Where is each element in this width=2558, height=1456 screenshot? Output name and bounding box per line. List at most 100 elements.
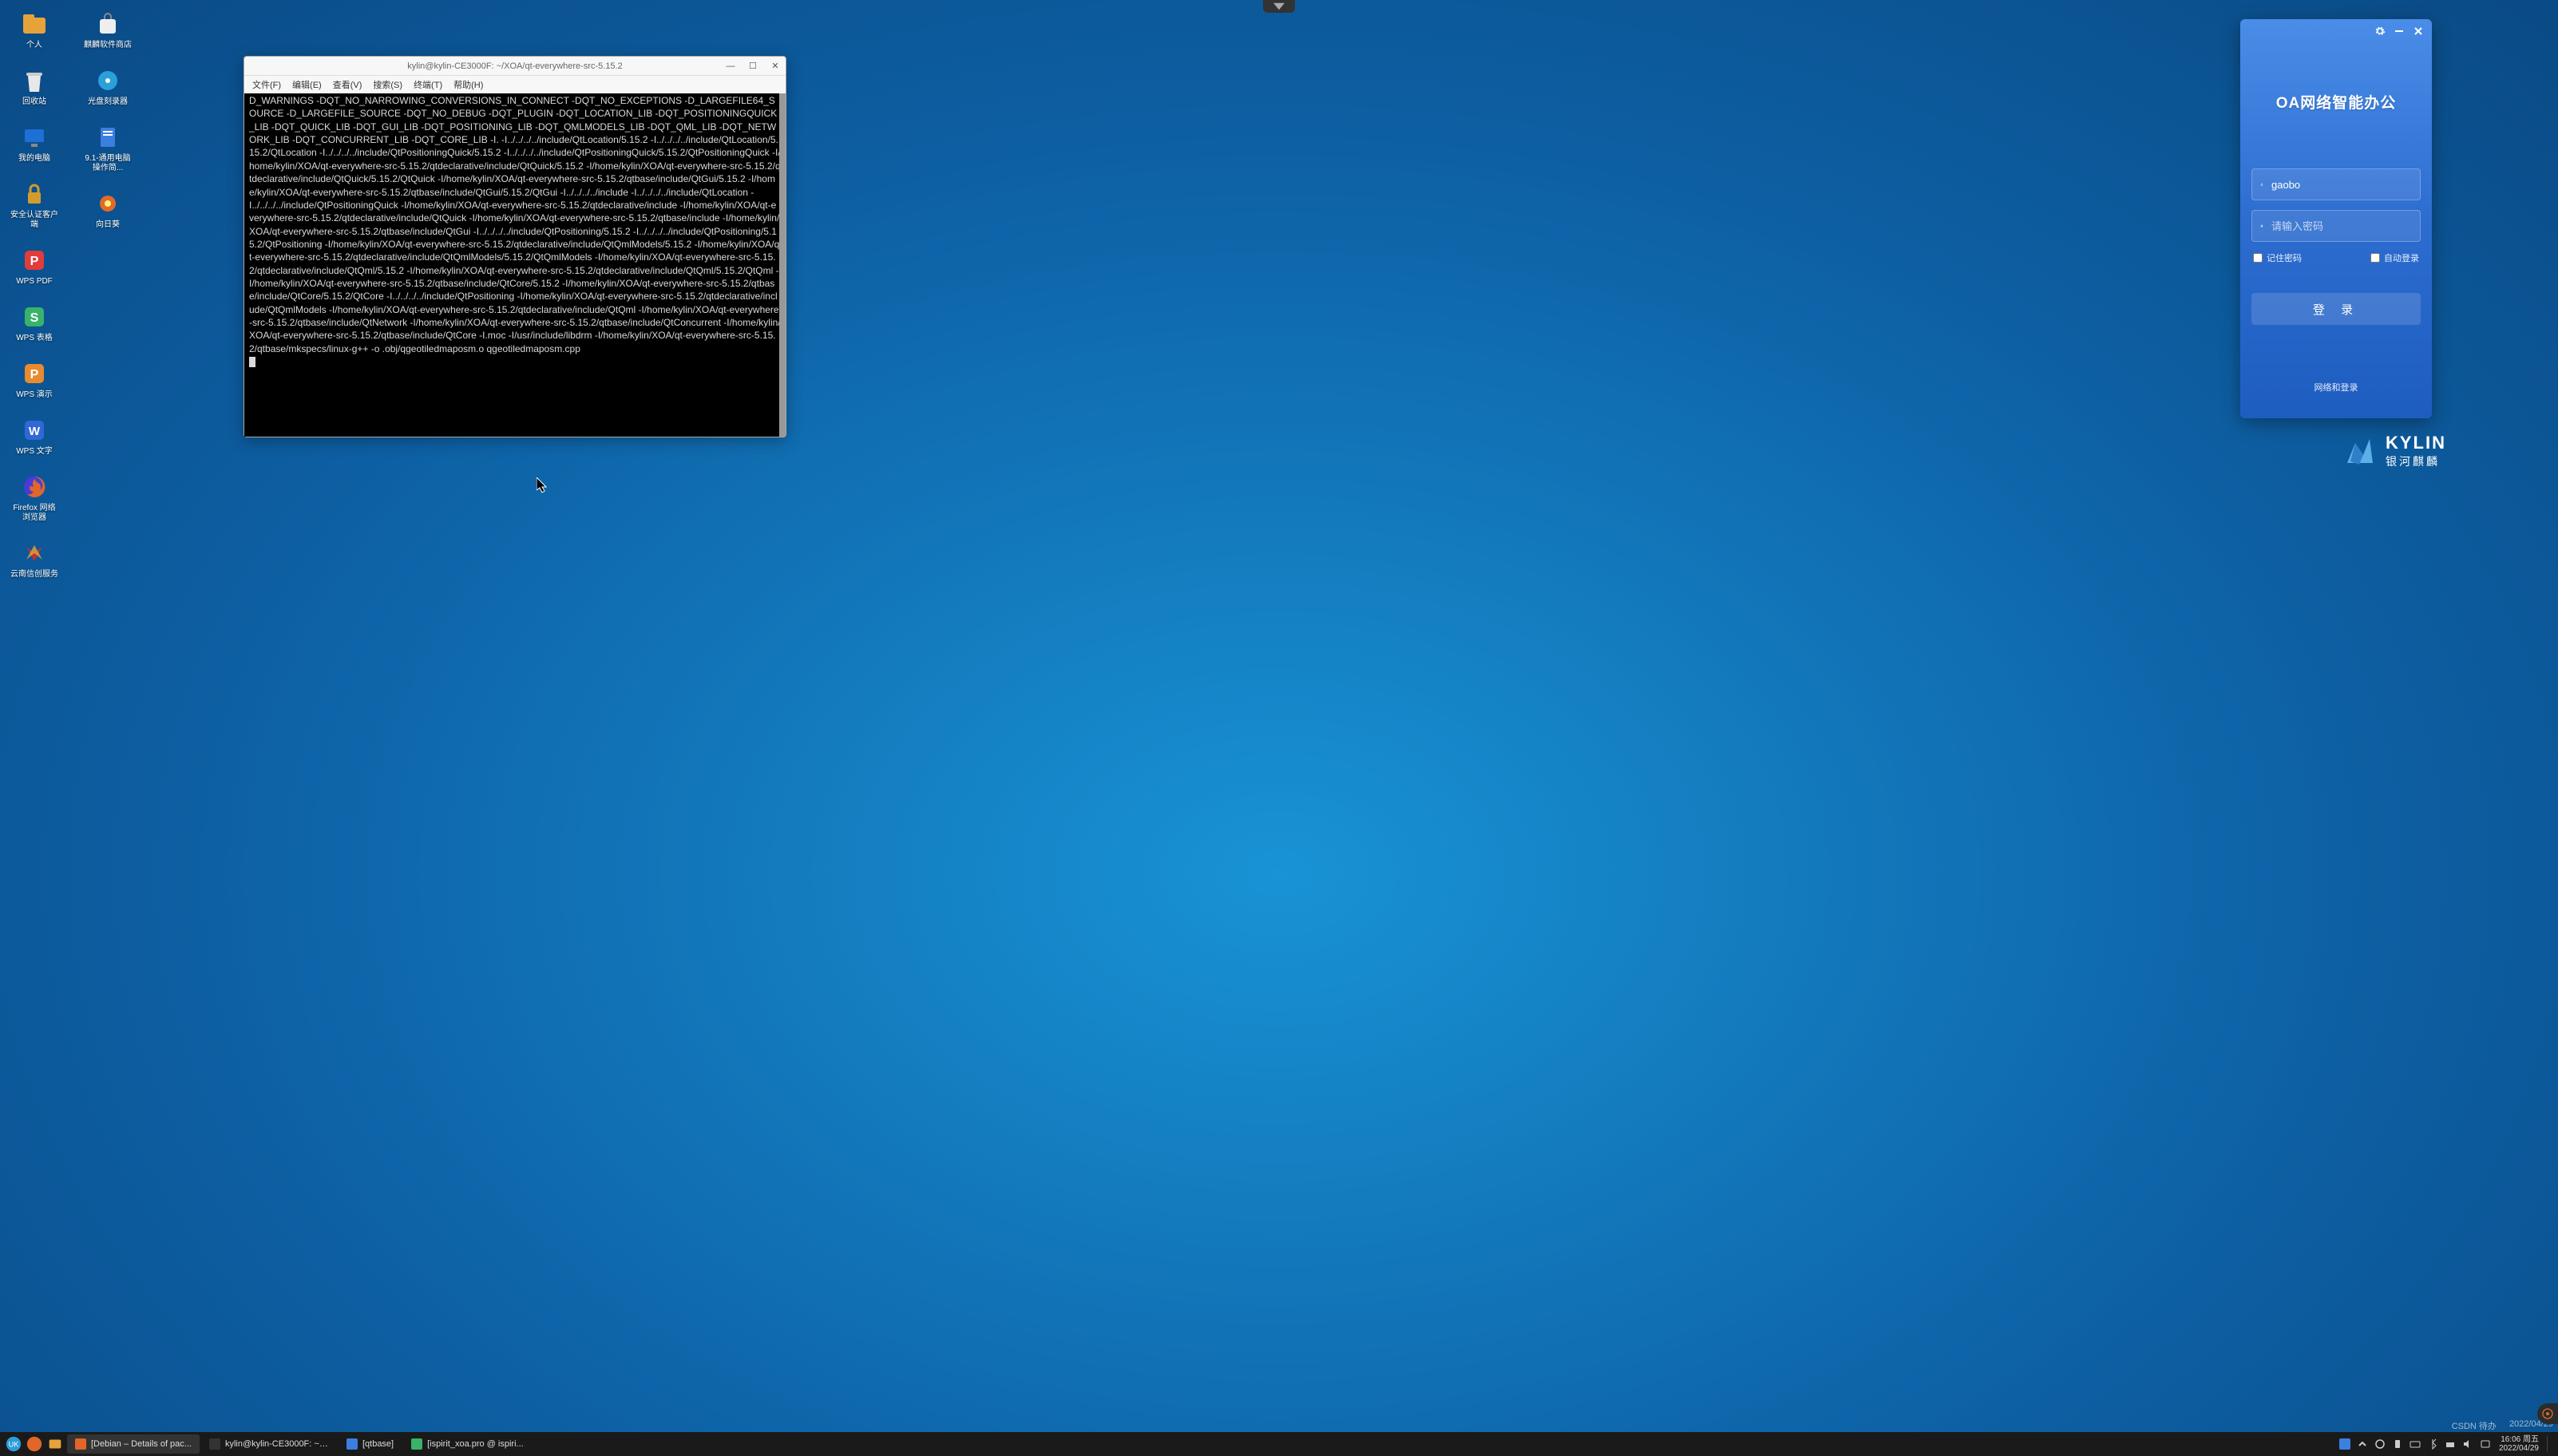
terminal-menubar: 文件(F) 编辑(E) 查看(V) 搜索(S) 终端(T) 帮助(H) — [244, 76, 786, 93]
desktop-icon-我的电脑[interactable]: 我的电脑 — [10, 123, 59, 164]
desktop-icon-9.1-通用电脑操作简...[interactable]: 9.1-通用电脑操作简... — [83, 123, 133, 173]
minimize-button[interactable]: — — [725, 61, 736, 72]
p-icon: P — [20, 359, 49, 388]
terminal-cursor — [249, 357, 255, 367]
desktop-icons: 个人回收站我的电脑安全认证客户端 P WPS PDF S WPS 表格 P WPS 演示 WW… — [10, 10, 133, 580]
task-app-icon — [346, 1438, 358, 1450]
password-input[interactable] — [2271, 220, 2412, 232]
tray-chevron-icon[interactable] — [2357, 1438, 2368, 1450]
desktop-icon-云南信创服务[interactable]: 云南信创服务 — [10, 539, 59, 580]
menu-编辑(E)[interactable]: 编辑(E) — [292, 78, 322, 91]
desktop-icon-label: 光盘刻录器 — [88, 97, 128, 107]
top-panel-handle[interactable] — [1263, 0, 1295, 13]
desktop-icon-label: WPS PDF — [16, 277, 53, 287]
start-button[interactable]: UK — [5, 1435, 22, 1453]
desktop-icon-label: WPS 文字 — [16, 447, 53, 457]
taskbar: UK [Debian – Details of pac... kylin@kyli… — [0, 1432, 2558, 1456]
menu-搜索(S)[interactable]: 搜索(S) — [373, 78, 402, 91]
autologin-checkbox[interactable]: 自动登录 — [2370, 251, 2419, 264]
minimize-icon[interactable] — [2394, 26, 2405, 37]
bag-icon — [93, 10, 122, 38]
remember-checkbox[interactable]: 记住密码 — [2253, 251, 2302, 264]
desktop-icon-麒麟软件商店[interactable]: 麒麟软件商店 — [83, 10, 133, 50]
close-icon[interactable] — [2413, 26, 2424, 37]
p-icon: P — [20, 246, 49, 275]
desktop-icon-label: 回收站 — [22, 97, 46, 107]
x-icon — [20, 539, 49, 568]
trash-icon — [20, 66, 49, 95]
desktop-icon-个人[interactable]: 个人 — [10, 10, 59, 50]
svg-text:UK: UK — [9, 1441, 19, 1449]
tray-disc-icon[interactable] — [2374, 1438, 2386, 1450]
tray-keyboard-icon[interactable] — [2410, 1438, 2421, 1450]
desktop-icon-label: WPS 演示 — [16, 390, 53, 400]
kylin-brand-text: KYLIN — [2386, 433, 2446, 453]
oa-login-window[interactable]: OA网络智能办公 记住密码 自动登录 登 录 网络和登录 — [2240, 19, 2432, 418]
taskbar-task[interactable]: [qtbase] — [339, 1434, 402, 1454]
terminal-output[interactable]: D_WARNINGS -DQT_NO_NARROWING_CONVERSIONS… — [244, 93, 786, 437]
maximize-button[interactable]: ☐ — [747, 61, 758, 72]
menu-帮助(H)[interactable]: 帮助(H) — [453, 78, 483, 91]
disc-icon — [93, 66, 122, 95]
desktop-icon-label: WPS 表格 — [16, 334, 53, 343]
task-label: kylin@kylin-CE3000F: ~/... — [225, 1439, 329, 1449]
desktop-icon-label: 麒麟软件商店 — [84, 41, 132, 50]
terminal-titlebar[interactable]: kylin@kylin-CE3000F: ~/XOA/qt-everywhere… — [244, 57, 786, 76]
firefox-launcher[interactable] — [26, 1435, 43, 1453]
desktop-icon-WPS 表格[interactable]: S WPS 表格 — [10, 303, 59, 343]
monitor-icon — [20, 123, 49, 152]
tray-usb-icon[interactable] — [2392, 1438, 2403, 1450]
tray-app-icon[interactable] — [2339, 1438, 2350, 1450]
terminal-window[interactable]: kylin@kylin-CE3000F: ~/XOA/qt-everywhere… — [244, 56, 786, 437]
task-app-icon — [209, 1438, 220, 1450]
system-tray — [2339, 1438, 2491, 1450]
tray-volume-icon[interactable] — [2462, 1438, 2473, 1450]
login-button[interactable]: 登 录 — [2251, 293, 2421, 325]
terminal-text: D_WARNINGS -DQT_NO_NARROWING_CONVERSIONS… — [249, 95, 781, 354]
tray-bluetooth-icon[interactable] — [2427, 1438, 2438, 1450]
s-icon: S — [20, 303, 49, 331]
taskbar-task[interactable]: [Debian – Details of pac... — [67, 1434, 200, 1454]
settings-icon[interactable] — [2374, 26, 2386, 37]
task-app-icon — [75, 1438, 86, 1450]
network-login-link[interactable]: 网络和登录 — [2240, 381, 2432, 394]
menu-文件(F)[interactable]: 文件(F) — [252, 78, 281, 91]
desktop-icon-光盘刻录器[interactable]: 光盘刻录器 — [83, 66, 133, 107]
desktop-icon-WPS 演示[interactable]: P WPS 演示 — [10, 359, 59, 400]
watermark: CSDN 待办 2022/04/29 — [2452, 1419, 2553, 1432]
taskbar-clock[interactable]: 16:06 周五 2022/04/29 — [2494, 1435, 2544, 1453]
desktop-icon-向日葵[interactable]: 向日葵 — [83, 189, 133, 230]
kylin-mark-icon — [2339, 431, 2379, 471]
cursor-icon — [537, 477, 549, 493]
desktop-icon-label: 向日葵 — [96, 220, 120, 230]
kylin-sub-text: 银河麒麟 — [2386, 453, 2446, 469]
desktop-icon-label: 9.1-通用电脑操作简... — [83, 154, 133, 173]
taskbar-task[interactable]: kylin@kylin-CE3000F: ~/... — [201, 1434, 337, 1454]
kylin-logo: KYLIN 银河麒麟 — [2339, 431, 2446, 471]
username-input[interactable] — [2271, 179, 2412, 191]
username-field-wrap — [2251, 168, 2421, 200]
desktop-icon-WPS 文字[interactable]: W WPS 文字 — [10, 416, 59, 457]
tray-notification-icon[interactable] — [2480, 1438, 2491, 1450]
menu-查看(V)[interactable]: 查看(V) — [333, 78, 362, 91]
desktop-icon-WPS PDF[interactable]: P WPS PDF — [10, 246, 59, 287]
sun-icon — [93, 189, 122, 218]
show-desktop-button[interactable] — [2547, 1435, 2553, 1453]
taskbar-task[interactable]: [ispirit_xoa.pro @ ispiri... — [403, 1434, 532, 1454]
close-button[interactable]: ✕ — [770, 61, 781, 72]
desktop-icon-安全认证客户端[interactable]: 安全认证客户端 — [10, 180, 59, 230]
terminal-title-text: kylin@kylin-CE3000F: ~/XOA/qt-everywhere… — [407, 61, 622, 71]
tray-network-icon[interactable] — [2445, 1438, 2456, 1450]
task-label: [Debian – Details of pac... — [91, 1439, 192, 1449]
task-app-icon — [411, 1438, 422, 1450]
desktop-icon-label: 个人 — [26, 41, 42, 50]
side-badge[interactable] — [2537, 1403, 2558, 1424]
task-label: [ispirit_xoa.pro @ ispiri... — [427, 1439, 524, 1449]
menu-终端(T)[interactable]: 终端(T) — [414, 78, 442, 91]
desktop-icon-label: Firefox 网络浏览器 — [10, 504, 59, 523]
desktop-icon-Firefox 网络浏览器[interactable]: Firefox 网络浏览器 — [10, 473, 59, 523]
fire-icon — [20, 473, 49, 501]
w-icon: W — [20, 416, 49, 445]
desktop-icon-回收站[interactable]: 回收站 — [10, 66, 59, 107]
files-launcher[interactable] — [46, 1435, 64, 1453]
